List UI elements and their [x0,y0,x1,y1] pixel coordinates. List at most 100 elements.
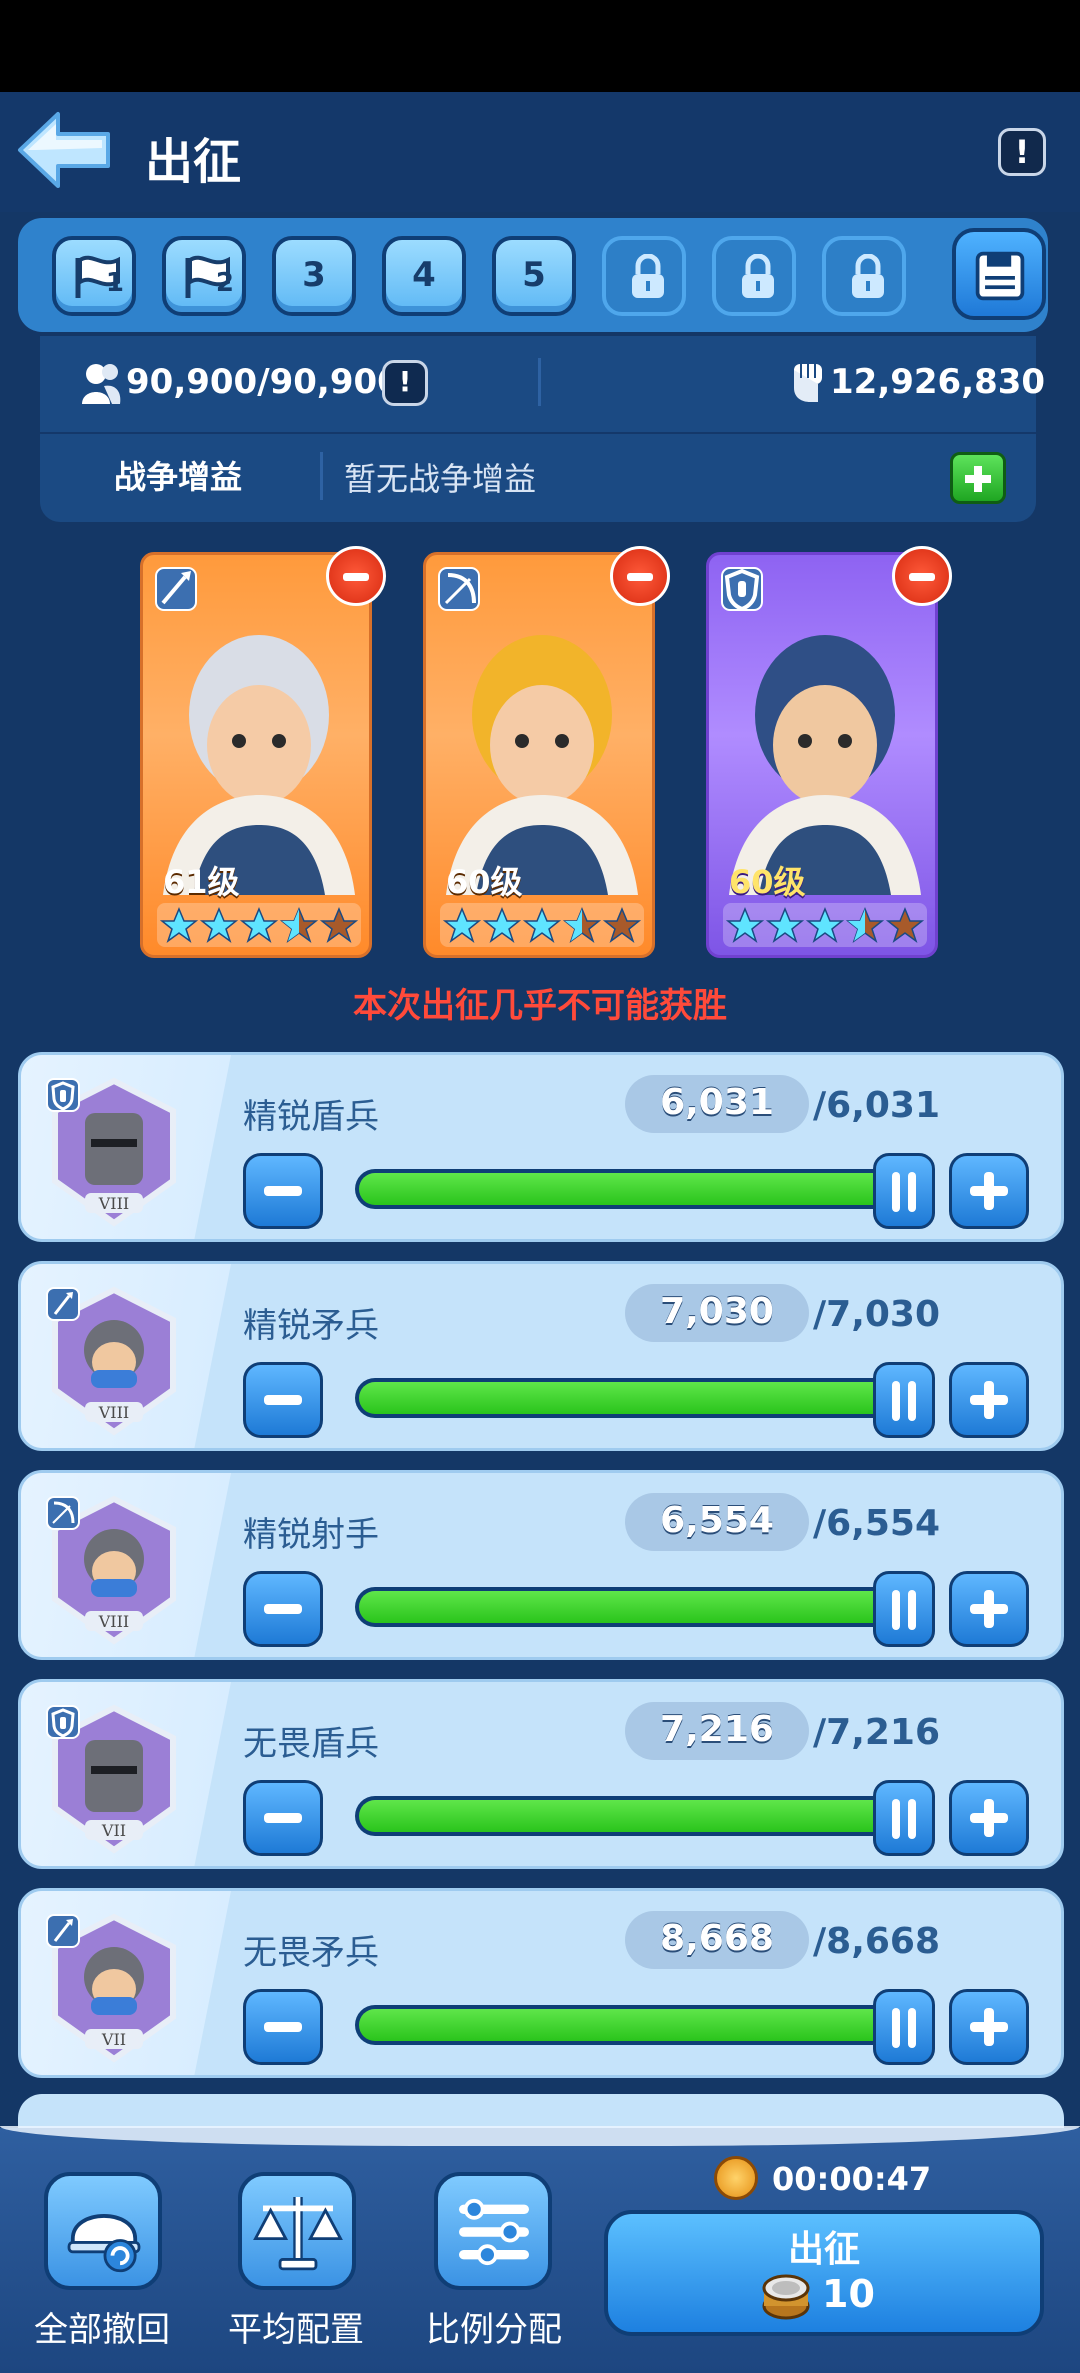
remove-hero-button[interactable] [892,546,952,606]
hero-card[interactable]: 60级 [706,552,938,958]
food-can-icon [762,2274,810,2320]
preset-flag-1[interactable]: 1 [52,236,136,316]
preset-flag-2[interactable]: 2 [162,236,246,316]
troop-count-input[interactable]: 7,030 [625,1284,809,1342]
hero-card[interactable]: 61级 [140,552,372,958]
troop-info-button[interactable]: ! [382,360,428,406]
hero-level: 60级 [446,863,523,901]
troop-name: 无畏矛兵 [243,1933,379,1973]
stats-divider [40,432,1036,434]
slider-handle[interactable] [873,1571,935,1647]
troop-name: 精锐盾兵 [243,1097,379,1137]
increase-button[interactable] [949,1989,1029,2065]
increase-button[interactable] [949,1571,1029,1647]
ratio-alloc-button[interactable] [434,2172,552,2290]
decrease-button[interactable] [243,1989,323,2065]
troop-row: VIII 精锐矛兵 7,030/7,030 [18,1261,1064,1451]
remove-hero-button[interactable] [610,546,670,606]
divider [320,452,323,500]
troop-count-input[interactable]: 6,554 [625,1493,809,1551]
troop-count-input[interactable]: 8,668 [625,1911,809,1969]
increase-button[interactable] [949,1780,1029,1856]
even-config-button[interactable] [238,2172,356,2290]
troop-name: 精锐矛兵 [243,1306,379,1346]
hero-stars [157,903,361,947]
war-buff-value: 暂无战争增益 [344,460,537,498]
troop-row: VIII 精锐盾兵 6,031/6,031 [18,1052,1064,1242]
troop-row: VII 无畏盾兵 7,216/7,216 [18,1679,1064,1869]
battle-warning: 本次出征几乎不可能获胜 [353,986,727,1026]
save-preset-button[interactable] [952,228,1046,320]
preset-3[interactable]: 3 [272,236,356,316]
star-icon [442,907,482,943]
increase-button[interactable] [949,1153,1029,1229]
slider-fill [359,1591,907,1623]
preset-4[interactable]: 4 [382,236,466,316]
troop-row: VII 无畏矛兵 8,668/8,668 [18,1888,1064,2078]
troop-capacity: 90,900/90,900 [126,362,401,402]
star-icon [482,907,522,943]
slider-handle[interactable] [873,1989,935,2065]
troop-count-input[interactable]: 6,031 [625,1075,809,1133]
star-icon [522,907,562,943]
troop-slider[interactable] [355,1169,911,1209]
tier-label: VIII [98,1612,130,1631]
star-icon [805,907,845,943]
slider-handle[interactable] [873,1362,935,1438]
info-button[interactable]: ! [998,128,1046,176]
hero-level: 60级 [729,863,806,901]
even-config-label: 平均配置 [228,2310,364,2350]
add-war-buff-button[interactable] [950,452,1006,504]
decrease-button[interactable] [243,1362,323,1438]
troop-slider[interactable] [355,1378,911,1418]
increase-button[interactable] [949,1362,1029,1438]
divider [538,358,541,406]
troop-max: /6,031 [813,1085,941,1126]
slider-handle[interactable] [873,1153,935,1229]
recall-all-label: 全部撤回 [34,2310,170,2350]
troop-name: 精锐射手 [243,1515,379,1555]
stopwatch-icon [714,2156,758,2200]
lock-icon [632,254,664,298]
tier-label: VII [101,2030,126,2049]
preset-locked [602,236,686,316]
fist-power-icon [794,364,822,402]
remove-hero-button[interactable] [326,546,386,606]
troop-max: /8,668 [813,1921,941,1962]
troop-slider[interactable] [355,1796,911,1836]
status-bar [0,0,1080,92]
hero-stars [723,903,927,947]
decrease-button[interactable] [243,1153,323,1229]
troop-slider[interactable] [355,2005,911,2045]
slider-fill [359,1173,907,1205]
power-value: 12,926,830 [830,362,1046,402]
slider-handle[interactable] [873,1780,935,1856]
recall-all-button[interactable] [44,2172,162,2290]
scales-icon [253,2197,343,2271]
decrease-button[interactable] [243,1780,323,1856]
star-icon [725,907,765,943]
star-icon [602,907,642,943]
star-icon [199,907,239,943]
hero-portrait [729,635,921,895]
star-icon [562,907,602,943]
troop-portrait: VII [46,1704,176,1854]
lock-icon [852,254,884,298]
troop-count-input[interactable]: 7,216 [625,1702,809,1760]
troop-slider[interactable] [355,1587,911,1627]
troop-max: /7,030 [813,1294,941,1335]
preset-5[interactable]: 5 [492,236,576,316]
troop-portrait: VIII [46,1286,176,1436]
hero-stars [440,903,644,947]
floppy-disk-icon [975,251,1025,301]
troop-max: /7,216 [813,1712,941,1753]
slider-fill [359,1800,907,1832]
back-arrow-icon[interactable] [14,108,114,192]
decrease-button[interactable] [243,1571,323,1647]
troop-portrait: VIII [46,1077,176,1227]
hero-card[interactable]: 60级 [423,552,655,958]
star-icon [319,907,359,943]
slider-fill [359,2009,907,2041]
hero-portrait [163,635,355,895]
page-title: 出征 [145,134,242,190]
